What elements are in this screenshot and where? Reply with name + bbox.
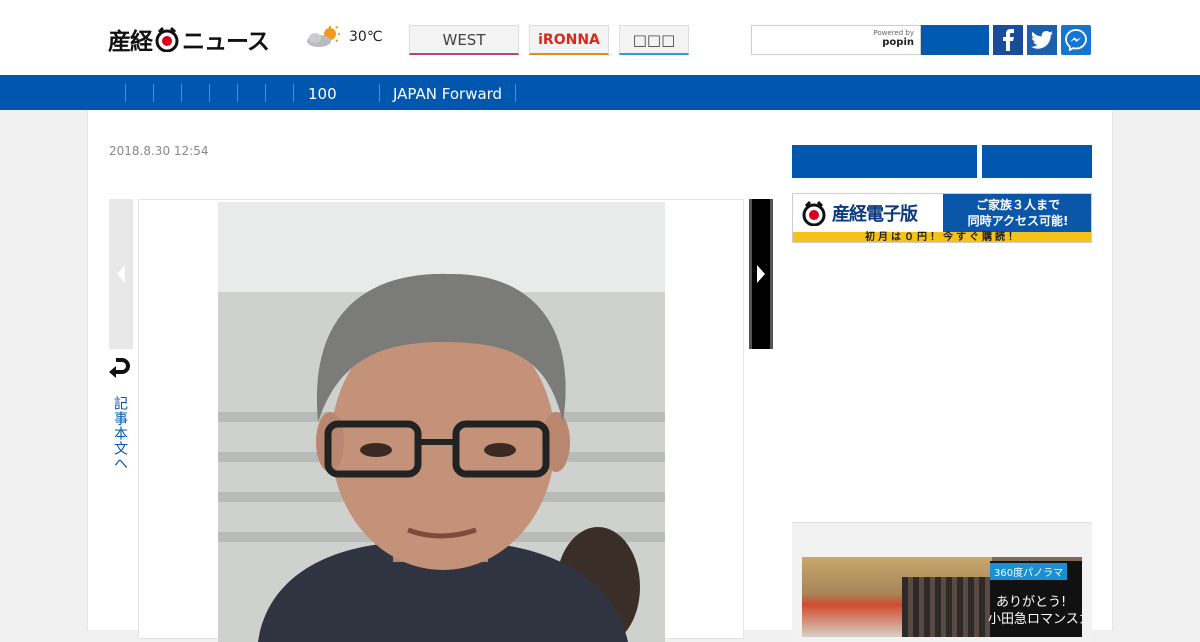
messenger-icon[interactable] <box>1061 25 1091 55</box>
sankei-mark-icon <box>154 26 180 53</box>
nav-divider <box>265 84 266 102</box>
banner-cta: 初月は０円！今すぐ購読！ <box>793 232 1091 242</box>
tab-ironna-label: iRONNA <box>538 31 600 48</box>
nav-divider <box>293 84 294 102</box>
sidebar-button-2[interactable] <box>982 145 1092 178</box>
return-arrow-icon <box>109 358 130 378</box>
nav-divider <box>181 84 182 102</box>
search-input[interactable]: Powered by popin <box>751 25 921 55</box>
popin-brand: popin <box>882 37 914 48</box>
banner-promo-line2: 同時アクセス可能! <box>967 214 1069 228</box>
prev-photo-button[interactable] <box>109 199 133 349</box>
banner-promo: ご家族３人まで 同時アクセス可能! <box>943 194 1091 232</box>
back-to-article-text: 記事本文へ <box>112 396 128 471</box>
nav-divider <box>209 84 210 102</box>
video-thumbnail[interactable]: 360度パノラマ ありがとう! 小田急ロマンスカー <box>802 557 1082 637</box>
chevron-left-icon <box>117 265 125 283</box>
next-photo-button[interactable] <box>749 199 773 349</box>
popin-credit: Powered by popin <box>873 29 914 48</box>
search-button[interactable] <box>921 25 989 55</box>
sidebar-button-1[interactable] <box>792 145 977 178</box>
video-caption-line2: 小田急ロマンスカー <box>988 612 1082 627</box>
sankei-mark-icon <box>802 200 826 226</box>
tab-ironna[interactable]: iRONNA <box>529 25 609 55</box>
nav-divider <box>125 84 126 102</box>
chevron-right-icon <box>757 265 765 283</box>
tab-third-label: □□□ <box>632 30 676 49</box>
nav-item-100[interactable]: 100 <box>308 75 337 110</box>
logo-text-2: ニュース <box>182 29 270 55</box>
weather-temperature: 30℃ <box>349 29 383 45</box>
tab-third[interactable]: □□□ <box>619 25 689 55</box>
article-date: 2018.8.30 12:54 <box>109 144 209 158</box>
site-header: 産経 ニュース 30℃ WEST iRONNA □□□ Powered by p <box>0 0 1200 75</box>
article-photo <box>218 202 665 642</box>
banner-brand: 産経電子版 <box>832 204 918 225</box>
banner-brand-area: 産経電子版 <box>793 194 943 232</box>
nav-divider <box>153 84 154 102</box>
panorama-badge: 360度パノラマ <box>990 563 1068 580</box>
nav-divider <box>515 84 516 102</box>
banner-promo-line1: ご家族３人まで <box>975 198 1060 212</box>
sankei-digital-banner[interactable]: 産経電子版 ご家族３人まで 同時アクセス可能! 初月は０円！今すぐ購読！ <box>792 193 1092 243</box>
photo-frame <box>138 199 744 642</box>
main-content: 2018.8.30 12:54 記事本文へ 産経電子版 ご家族３人まで 同時アク… <box>87 110 1113 642</box>
nav-divider <box>379 84 380 102</box>
twitter-icon[interactable] <box>1027 25 1057 55</box>
logo-text: 産経 <box>108 29 153 55</box>
nav-item-japan-forward[interactable]: JAPAN Forward <box>393 75 502 110</box>
crowd-image <box>902 577 1002 637</box>
site-logo[interactable]: 産経 ニュース <box>108 24 270 55</box>
main-nav: 100 JAPAN Forward <box>0 75 1200 110</box>
video-widget: 360度パノラマ ありがとう! 小田急ロマンスカー <box>792 522 1092 642</box>
nav-divider <box>237 84 238 102</box>
tab-west-label: WEST <box>442 30 486 49</box>
back-to-article-link[interactable]: 記事本文へ <box>108 356 134 471</box>
tab-west[interactable]: WEST <box>409 25 519 55</box>
facebook-icon[interactable] <box>993 25 1023 55</box>
powered-by-text: Powered by <box>873 29 914 37</box>
sun-cloud-icon <box>307 26 340 47</box>
weather-widget[interactable]: 30℃ <box>305 26 383 48</box>
